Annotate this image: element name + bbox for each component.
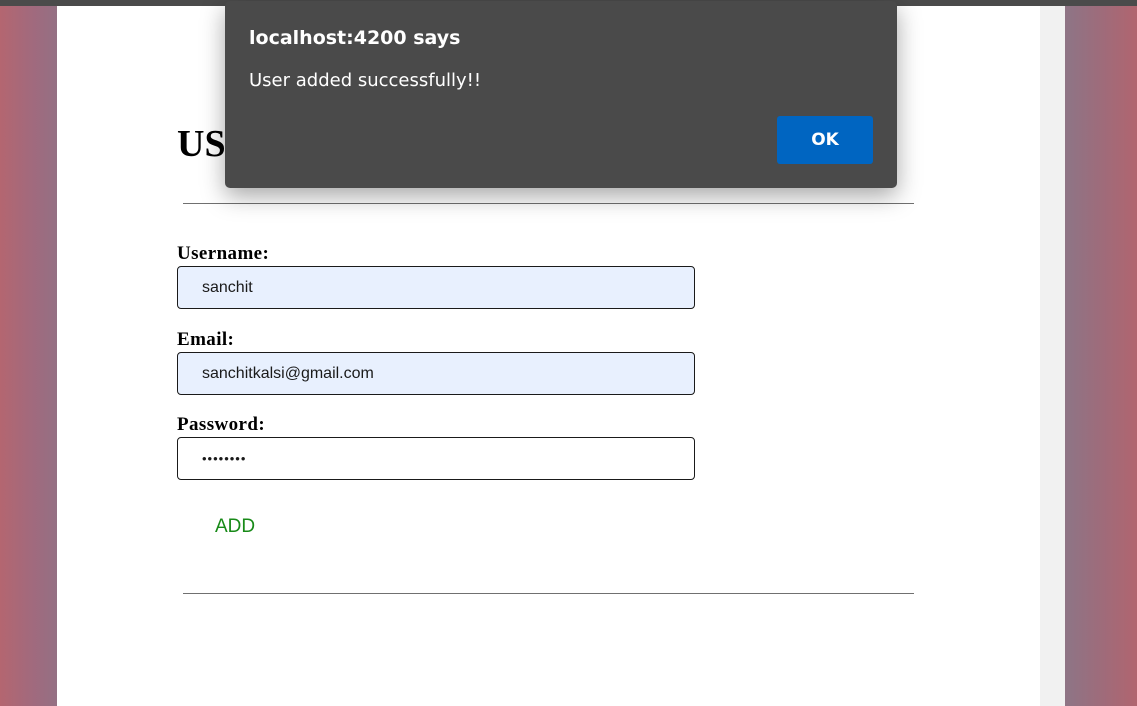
ok-button[interactable]: OK <box>777 116 873 164</box>
bottom-divider <box>183 593 914 594</box>
page-title: US <box>177 123 226 165</box>
email-label: Email: <box>177 329 235 350</box>
page-scrollbar-gutter[interactable] <box>1040 6 1065 706</box>
username-value: sanchit <box>202 279 253 296</box>
add-button[interactable]: ADD <box>215 516 255 538</box>
email-value: sanchitkalsi@gmail.com <box>202 365 374 382</box>
email-input[interactable]: sanchitkalsi@gmail.com <box>177 352 695 395</box>
alert-dialog-title: localhost:4200 says <box>249 27 461 49</box>
top-divider <box>183 203 914 204</box>
alert-dialog: localhost:4200 says User added successfu… <box>225 1 897 188</box>
username-label: Username: <box>177 243 270 264</box>
alert-dialog-message: User added successfully!! <box>249 70 482 91</box>
password-value: •••••••• <box>202 451 247 466</box>
password-label: Password: <box>177 414 266 435</box>
username-input[interactable]: sanchit <box>177 266 695 309</box>
password-input[interactable]: •••••••• <box>177 437 695 480</box>
